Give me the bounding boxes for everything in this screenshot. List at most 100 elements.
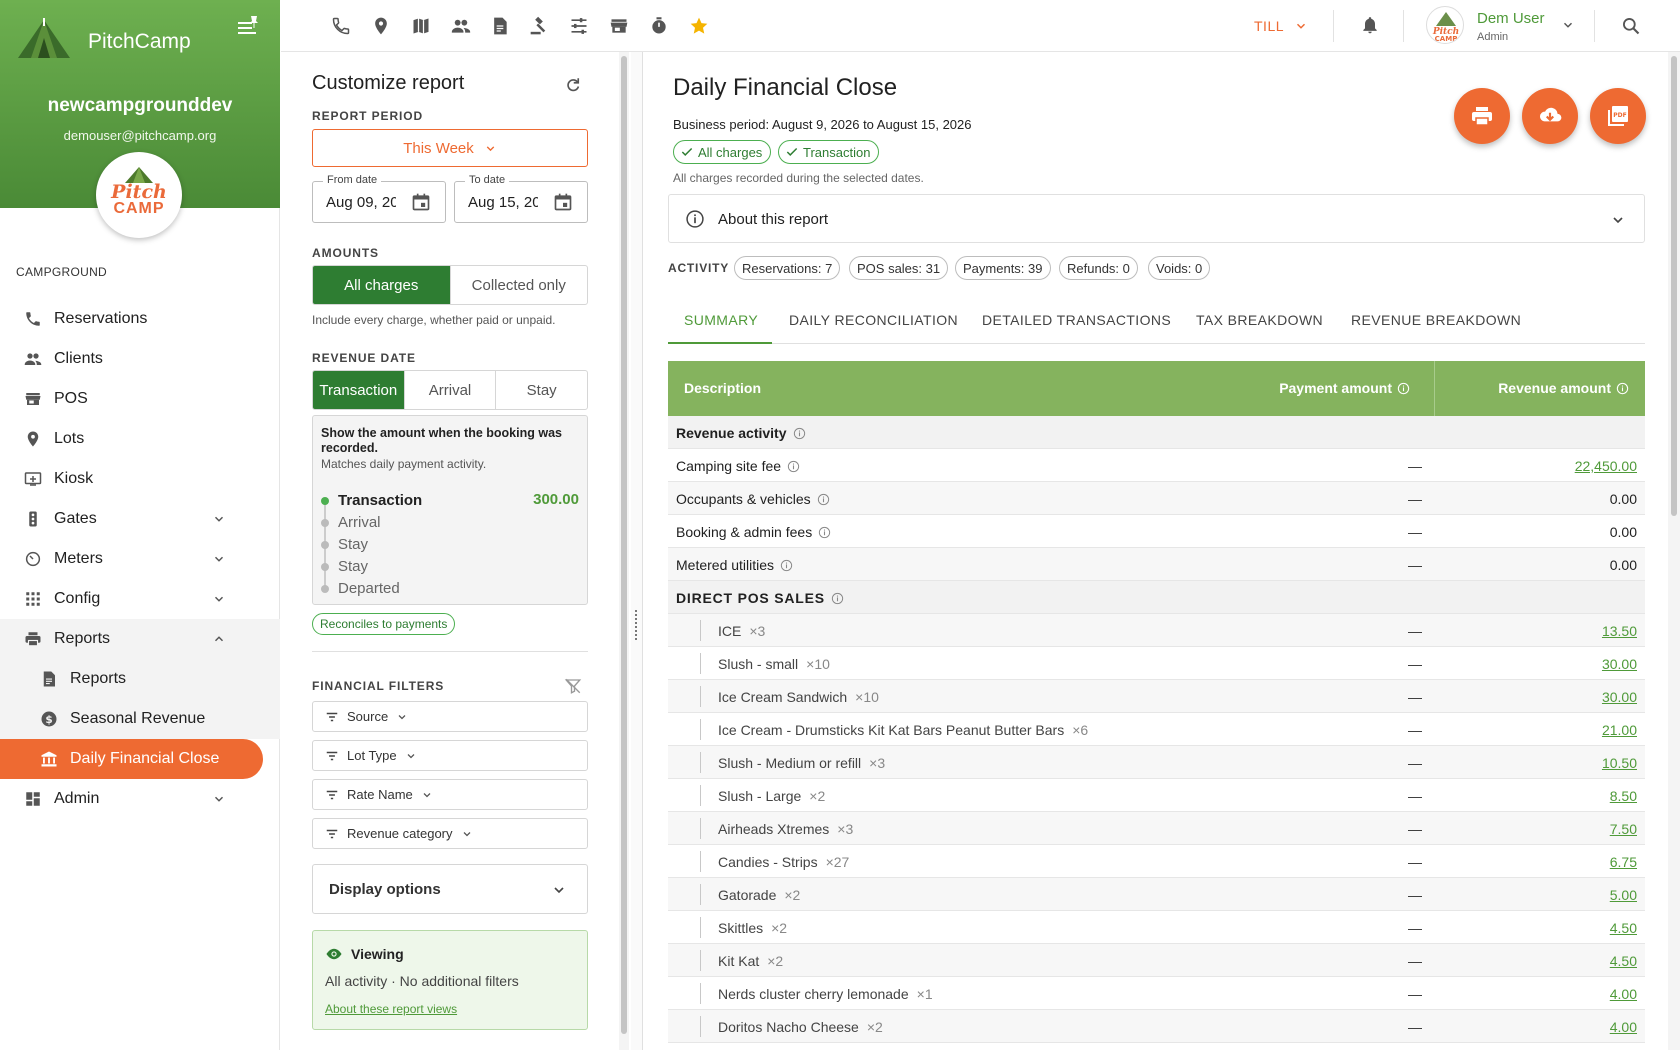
user-name[interactable]: Dem User	[1477, 10, 1545, 27]
revenue-amount[interactable]: 22,450.00	[1575, 458, 1637, 474]
sidebar-item-pos[interactable]: POS	[0, 379, 280, 419]
sliders-icon[interactable]	[569, 16, 589, 36]
star-icon[interactable]	[689, 16, 709, 36]
print-icon	[25, 632, 41, 647]
revenue-date-toggle: Transaction Arrival Stay	[312, 370, 588, 410]
revenue-amount[interactable]: 4.00	[1610, 986, 1637, 1002]
from-date-value[interactable]: Aug 09, 2026	[326, 194, 396, 211]
about-report-views-link[interactable]: About these report views	[325, 1002, 457, 1016]
to-date-field[interactable]: To date Aug 15, 2026	[454, 174, 588, 223]
gavel-icon[interactable]	[529, 16, 549, 36]
till-selector[interactable]: TILL	[1254, 18, 1308, 34]
sidebar-item-daily-financial-close[interactable]: Daily Financial Close	[0, 739, 263, 779]
sidebar-item-reports-group[interactable]: Reports	[0, 619, 280, 659]
download-button[interactable]	[1522, 88, 1578, 144]
clear-filters-icon[interactable]	[564, 677, 582, 695]
revenue-amount[interactable]: 8.50	[1610, 788, 1637, 804]
report-description: All charges recorded during the selected…	[673, 171, 924, 185]
info-icon[interactable]	[831, 592, 844, 605]
avatar[interactable]: Pitch CAMP	[1426, 6, 1464, 44]
rate-name-filter[interactable]: Rate Name	[312, 779, 588, 810]
search-icon[interactable]	[1621, 16, 1641, 36]
amounts-all-charges-button[interactable]: All charges	[313, 266, 450, 304]
report-table-body: Revenue activity Camping site fee — 22,450.…	[668, 416, 1645, 1043]
store-icon[interactable]	[609, 16, 629, 36]
sidebar-item-meters[interactable]: Meters	[0, 539, 280, 579]
info-icon[interactable]	[793, 427, 806, 440]
info-icon[interactable]	[787, 460, 800, 473]
sidebar-item-config[interactable]: Config	[0, 579, 280, 619]
sidebar-item-gates[interactable]: Gates	[0, 499, 280, 539]
cloud-download-icon	[1539, 107, 1562, 122]
print-button[interactable]	[1454, 88, 1510, 144]
location-pin-icon[interactable]	[371, 16, 391, 36]
pin-sidebar-icon[interactable]	[234, 12, 262, 40]
revenue-amount[interactable]: 13.50	[1602, 623, 1637, 639]
revenue-category-filter[interactable]: Revenue category	[312, 818, 588, 849]
to-date-value[interactable]: Aug 15, 2026	[468, 194, 538, 211]
revenue-date-arrival-button[interactable]: Arrival	[403, 371, 496, 409]
phone-icon[interactable]	[331, 16, 351, 36]
info-icon[interactable]	[1397, 382, 1410, 395]
viewing-summary: Viewing All activity · No additional fil…	[312, 930, 588, 1030]
calendar-icon[interactable]	[411, 192, 431, 212]
revenue-amount[interactable]: 4.50	[1610, 953, 1637, 969]
revenue-amount[interactable]: 30.00	[1602, 689, 1637, 705]
sidebar-item-lots[interactable]: Lots	[0, 419, 280, 459]
info-icon[interactable]	[818, 526, 831, 539]
timer-icon[interactable]	[649, 16, 669, 36]
explainer-title: Show the amount when the booking was rec…	[321, 426, 562, 455]
sidebar-item-kiosk[interactable]: Kiosk	[0, 459, 280, 499]
amounts-collected-only-button[interactable]: Collected only	[449, 266, 588, 304]
display-options-expander[interactable]: Display options	[312, 864, 588, 914]
refresh-icon[interactable]	[564, 76, 582, 94]
svg-text:CAMP: CAMP	[1435, 35, 1458, 43]
info-icon[interactable]	[780, 559, 793, 572]
info-icon[interactable]	[1616, 382, 1629, 395]
reconciles-badge: Reconciles to payments	[312, 613, 456, 635]
report-period-select[interactable]: This Week	[312, 129, 588, 167]
tab-summary[interactable]: SUMMARY	[684, 312, 758, 328]
revenue-amount[interactable]: 5.00	[1610, 887, 1637, 903]
table-row: Nerds cluster cherry lemonade ×1 — 4.00	[668, 977, 1645, 1010]
export-pdf-button[interactable]: PDF	[1590, 88, 1646, 144]
revenue-amount[interactable]: 4.50	[1610, 920, 1637, 936]
revenue-amount[interactable]: 30.00	[1602, 656, 1637, 672]
lot-type-filter[interactable]: Lot Type	[312, 740, 588, 771]
document-icon[interactable]	[490, 16, 510, 36]
revenue-amount[interactable]: 6.75	[1610, 854, 1637, 870]
bell-icon[interactable]	[1360, 15, 1380, 35]
panel-scrollbar-thumb[interactable]	[621, 56, 627, 1034]
calendar-icon[interactable]	[553, 192, 573, 212]
from-date-field[interactable]: From date Aug 09, 2026	[312, 174, 446, 223]
info-icon[interactable]	[817, 493, 830, 506]
main-scrollbar-thumb[interactable]	[1671, 56, 1677, 516]
revenue-amount[interactable]: 21.00	[1602, 722, 1637, 738]
sidebar-item-reservations[interactable]: Reservations	[0, 299, 280, 339]
tab-tax-breakdown[interactable]: TAX BREAKDOWN	[1196, 312, 1323, 328]
print-icon	[1472, 107, 1492, 126]
map-icon[interactable]	[411, 16, 431, 36]
revenue-amount[interactable]: 4.00	[1610, 1019, 1637, 1035]
source-filter[interactable]: Source	[312, 701, 588, 732]
sidebar-item-clients[interactable]: Clients	[0, 339, 280, 379]
row-label: Slush - Large	[718, 788, 802, 804]
panel-resize-handle[interactable]	[631, 52, 643, 1050]
revenue-date-stay-button[interactable]: Stay	[495, 371, 587, 409]
sidebar-item-reports[interactable]: Reports	[0, 659, 280, 699]
tab-revenue-breakdown[interactable]: REVENUE BREAKDOWN	[1351, 312, 1521, 328]
table-row: Doritos Nacho Cheese ×2 — 4.00	[668, 1010, 1645, 1043]
sidebar-item-admin[interactable]: Admin	[0, 779, 280, 819]
about-report-expander[interactable]: About this report	[668, 194, 1645, 243]
people-icon[interactable]	[451, 16, 471, 36]
tab-detailed-transactions[interactable]: DETAILED TRANSACTIONS	[982, 312, 1171, 328]
chevron-down-icon[interactable]	[1561, 18, 1575, 32]
row-label-group: Metered utilities	[676, 557, 793, 573]
revenue-amount[interactable]: 10.50	[1602, 755, 1637, 771]
revenue-date-transaction-button[interactable]: Transaction	[313, 371, 404, 409]
tab-daily-reconciliation[interactable]: DAILY RECONCILIATION	[789, 312, 958, 328]
logo-camp-text: CAMP	[113, 200, 165, 217]
sidebar-item-seasonal-revenue[interactable]: $ Seasonal Revenue	[0, 699, 280, 739]
table-row: Candies - Strips ×27 — 6.75	[668, 845, 1645, 878]
revenue-amount[interactable]: 7.50	[1610, 821, 1637, 837]
